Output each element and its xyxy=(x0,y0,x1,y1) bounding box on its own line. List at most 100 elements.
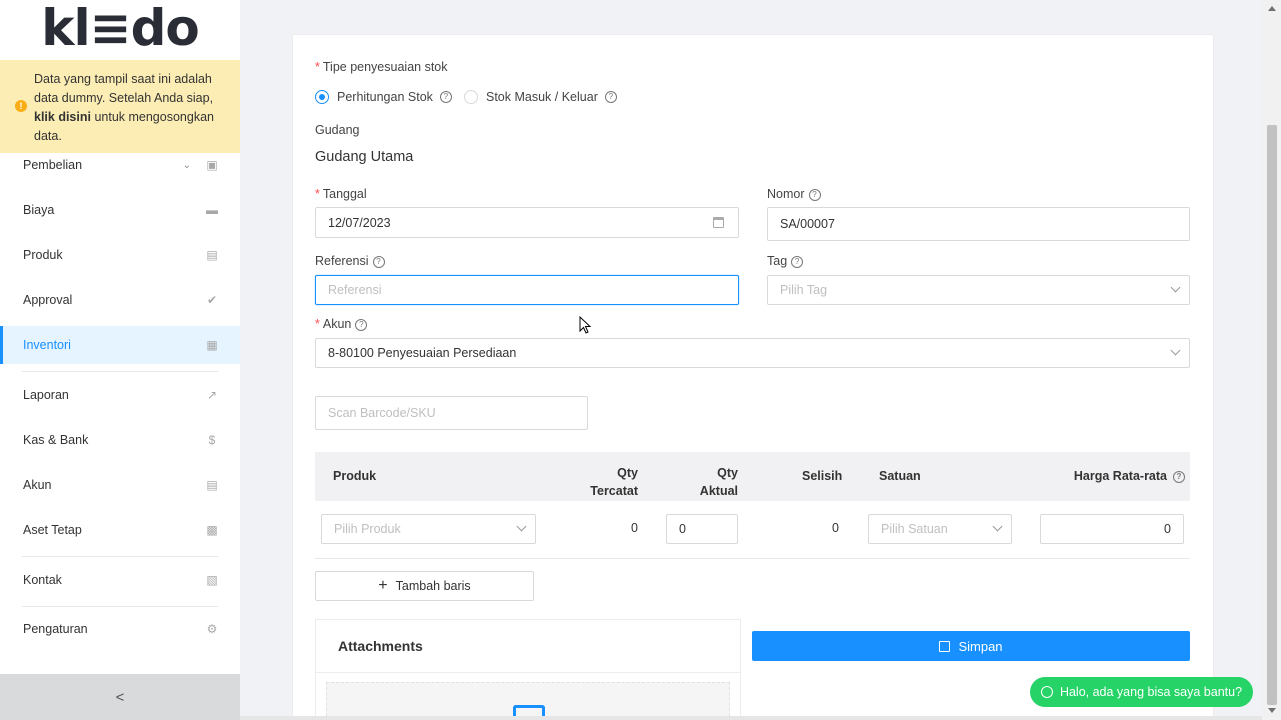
contact-card-icon: ▧ xyxy=(206,573,218,587)
type-label-text: Tipe penyesuaian stok xyxy=(322,60,448,74)
number-field[interactable]: SA/00007 xyxy=(767,207,1190,241)
chevron-down-icon xyxy=(992,521,1003,532)
sidebar-item-label: Approval xyxy=(23,293,73,307)
save-label: Simpan xyxy=(958,638,1003,654)
chevron-down-icon xyxy=(1170,345,1181,356)
column-header-qty-recorded: Qty Tercatat xyxy=(572,464,638,500)
sidebar-item-label: Aset Tetap xyxy=(23,523,82,537)
save-button[interactable]: Simpan xyxy=(752,631,1190,661)
question-icon[interactable]: ? xyxy=(604,91,617,103)
form-card xyxy=(292,34,1214,720)
scroll-up-arrow[interactable] xyxy=(1268,6,1276,11)
warning-icon: ! xyxy=(15,100,27,112)
reference-label-text: Referensi xyxy=(315,254,369,268)
logo[interactable]: kl≡do xyxy=(0,0,240,60)
column-header-product: Produk xyxy=(333,469,377,483)
radio-label: Stok Masuk / Keluar xyxy=(486,90,598,104)
sidebar-item-laporan[interactable]: Laporan ↗ xyxy=(0,376,240,414)
date-field[interactable]: 12/07/2023 xyxy=(315,207,739,238)
question-icon[interactable]: ? xyxy=(1173,470,1185,483)
reference-label: Referensi? xyxy=(315,254,385,268)
whatsapp-chat-button[interactable]: Halo, ada yang bisa saya bantu? xyxy=(1030,677,1253,707)
header-text: Harga Rata-rata xyxy=(1073,469,1167,483)
sidebar-item-kas-bank[interactable]: Kas & Bank $ xyxy=(0,421,240,459)
add-row-label: Tambah baris xyxy=(395,579,471,593)
radio-button[interactable] xyxy=(464,90,478,104)
qty-recorded-value: 0 xyxy=(631,521,638,535)
column-header-qty-actual: Qty Aktual xyxy=(680,464,738,500)
divider xyxy=(22,606,218,607)
divider xyxy=(316,672,740,673)
sidebar-item-kontak[interactable]: Kontak ▧ xyxy=(0,561,240,599)
mouse-cursor-icon xyxy=(579,316,592,334)
bottom-edge xyxy=(240,716,1262,720)
calendar-icon xyxy=(713,217,724,228)
column-header-difference: Selisih xyxy=(802,469,843,483)
required-marker: * xyxy=(315,317,320,331)
date-value: 12/07/2023 xyxy=(328,215,391,230)
question-icon[interactable]: ? xyxy=(439,91,452,103)
tag-label-text: Tag xyxy=(767,254,788,268)
sidebar-item-label: Kas & Bank xyxy=(23,433,89,447)
question-icon[interactable]: ? xyxy=(355,318,368,331)
question-icon[interactable]: ? xyxy=(808,188,821,201)
unit-select[interactable]: Pilih Satuan xyxy=(868,514,1012,544)
number-value: SA/00007 xyxy=(780,217,835,231)
scroll-down-arrow[interactable] xyxy=(1268,708,1276,713)
warehouse-value: Gudang Utama xyxy=(315,149,414,165)
number-label-text: Nomor xyxy=(767,187,805,201)
sidebar-item-produk[interactable]: Produk ▤ xyxy=(0,236,240,274)
notice-text-1: Data yang tampil saat ini adalah data du… xyxy=(34,72,214,105)
avg-price-value: 0 xyxy=(1164,522,1171,536)
add-row-button[interactable]: + Tambah baris xyxy=(315,571,534,601)
radio-perhitungan-stok[interactable]: Perhitungan Stok ? xyxy=(315,90,452,104)
clear-data-link[interactable]: klik disini xyxy=(34,110,91,124)
gears-icon: ⚙ xyxy=(206,622,218,636)
question-icon[interactable]: ? xyxy=(791,255,804,268)
sidebar-item-label: Akun xyxy=(23,478,52,492)
header-line: Qty xyxy=(617,466,638,480)
sidebar-item-approval[interactable]: Approval ✔ xyxy=(0,281,240,319)
date-label-text: Tanggal xyxy=(322,187,367,201)
account-label: * Akun? xyxy=(315,317,368,331)
box-icon: ▤ xyxy=(206,248,218,262)
sidebar-item-aset-tetap[interactable]: Aset Tetap ▩ xyxy=(0,511,240,549)
radio-label: Perhitungan Stok xyxy=(337,90,433,104)
chevron-down-icon xyxy=(1170,282,1181,293)
dollar-icon: $ xyxy=(208,433,216,447)
type-label: * Tipe penyesuaian stok xyxy=(315,60,448,74)
scrollbar-thumb[interactable] xyxy=(1267,125,1277,705)
reference-input[interactable]: Referensi xyxy=(315,275,739,305)
required-marker: * xyxy=(315,187,320,201)
sidebar-collapse-button[interactable]: < xyxy=(0,674,240,720)
sidebar-item-inventori[interactable]: Inventori ▦ xyxy=(0,326,240,364)
sidebar-item-akun[interactable]: Akun ▤ xyxy=(0,466,240,504)
product-select[interactable]: Pilih Produk xyxy=(321,514,536,544)
required-marker: * xyxy=(315,60,320,74)
account-select[interactable]: 8-80100 Penyesuaian Persediaan xyxy=(315,338,1190,368)
qty-actual-input[interactable]: 0 xyxy=(666,514,738,544)
page-scrollbar[interactable] xyxy=(1262,0,1281,720)
radio-stok-masuk-keluar[interactable]: Stok Masuk / Keluar ? xyxy=(464,90,617,104)
scan-barcode-input[interactable]: Scan Barcode/SKU xyxy=(315,396,588,430)
sidebar-item-label: Laporan xyxy=(23,388,69,402)
sidebar-item-label: Pengaturan xyxy=(23,622,88,636)
sidebar-item-biaya[interactable]: Biaya ▬ xyxy=(0,191,240,229)
question-icon[interactable]: ? xyxy=(372,255,385,268)
file-dropzone[interactable] xyxy=(326,682,730,720)
sidebar-item-pengaturan[interactable]: Pengaturan ⚙ xyxy=(0,610,240,648)
attachments-title: Attachments xyxy=(338,638,423,654)
sidebar-item-pembelian[interactable]: Pembelian ⌄ ▣ xyxy=(0,146,240,184)
sidebar-item-label: Produk xyxy=(23,248,63,262)
save-icon xyxy=(939,640,951,652)
chevron-left-icon: < xyxy=(115,688,125,706)
sidebar-item-label: Inventori xyxy=(23,338,71,352)
radio-button-checked[interactable] xyxy=(315,90,329,104)
list-icon: ▤ xyxy=(206,478,218,492)
tag-select[interactable]: Pilih Tag xyxy=(767,275,1190,305)
chevron-down-icon xyxy=(516,521,527,532)
header-line: Aktual xyxy=(699,484,738,498)
plus-icon: + xyxy=(378,577,388,594)
whatsapp-icon xyxy=(1040,686,1053,698)
avg-price-input[interactable]: 0 xyxy=(1040,514,1184,544)
